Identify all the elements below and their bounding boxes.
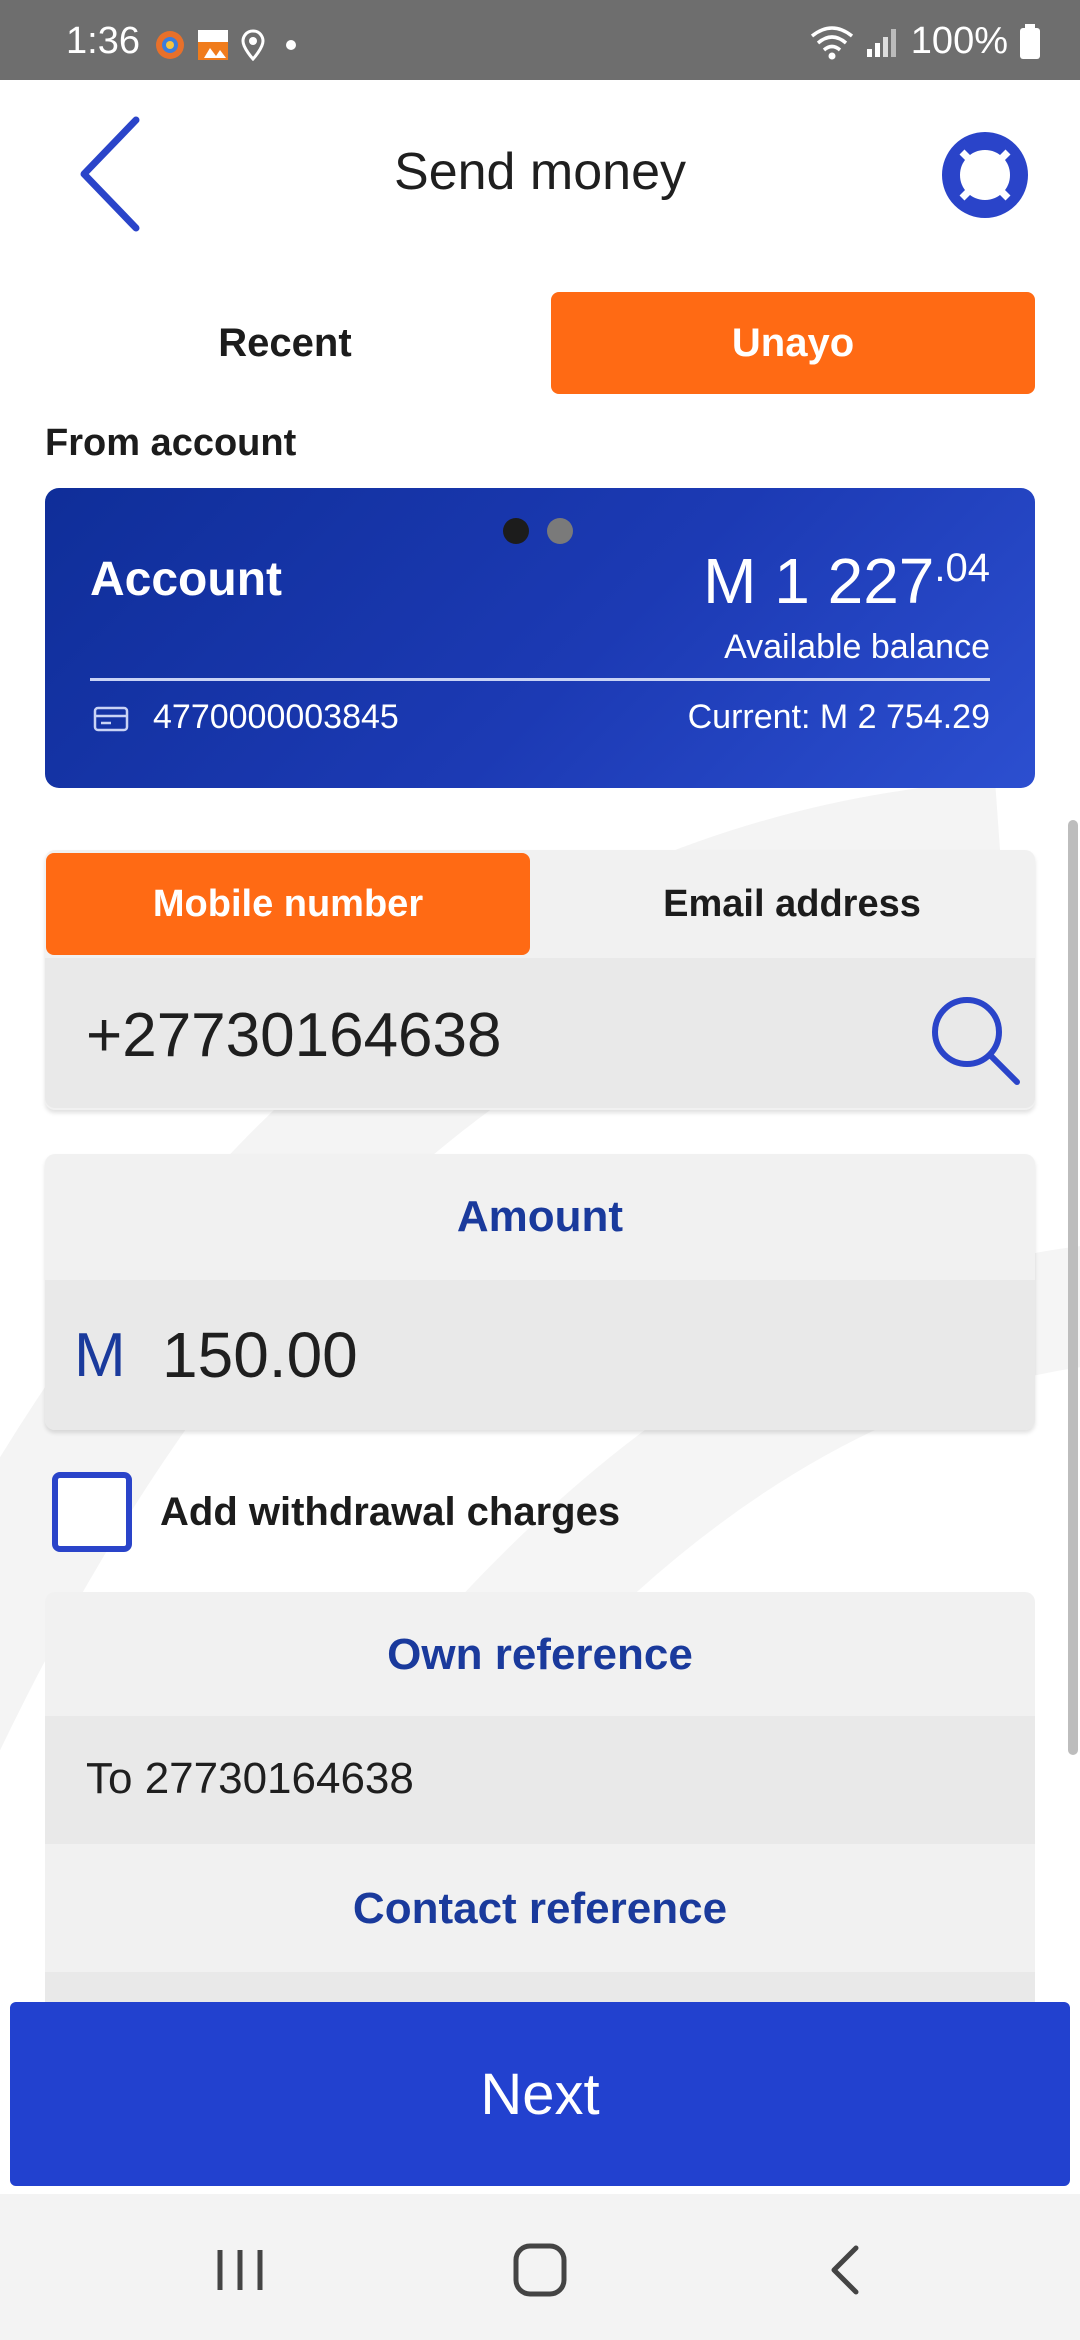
browser-notification-icon	[156, 31, 184, 59]
tab-mobile-number[interactable]: Mobile number	[46, 853, 530, 955]
amount-label: Amount	[456, 1192, 624, 1241]
tab-unayo[interactable]: Unayo	[551, 292, 1035, 394]
amount-input[interactable]: 150.00	[162, 1318, 358, 1392]
nav-back-icon[interactable]	[820, 2240, 870, 2300]
signal-icon	[866, 28, 896, 57]
own-reference-label: Own reference	[387, 1630, 693, 1679]
currency-symbol: M	[74, 1321, 126, 1390]
battery-icon	[1020, 23, 1040, 59]
pagination-dot	[547, 518, 573, 544]
help-lifebuoy-icon[interactable]	[942, 132, 1028, 218]
status-bar: 1:36 100%	[0, 0, 1080, 80]
card-divider	[90, 678, 990, 681]
account-number: 4770000003845	[153, 698, 399, 736]
current-balance: Current: M 2 754.29	[687, 698, 990, 736]
next-button[interactable]: Next	[10, 2002, 1070, 2186]
account-card[interactable]: Account M 1 227.04 Available balance 477…	[45, 488, 1035, 788]
card-icon	[93, 706, 129, 732]
gallery-notification-icon	[198, 30, 228, 60]
own-reference-input[interactable]: To 27730164638	[86, 1754, 414, 1804]
page-title: Send money	[394, 143, 686, 201]
from-account-label: From account	[45, 422, 297, 464]
home-icon[interactable]	[510, 2240, 570, 2300]
account-name: Account	[90, 553, 282, 606]
withdrawal-charges-checkbox[interactable]	[52, 1472, 132, 1552]
recent-apps-icon[interactable]	[210, 2242, 270, 2298]
status-time: 1:36	[66, 20, 140, 62]
mobile-number-input[interactable]: +27730164638	[86, 1000, 502, 1071]
battery-percent: 100%	[910, 20, 1008, 62]
balance-cents: .04	[934, 546, 990, 590]
contact-reference-label: Contact reference	[352, 1884, 728, 1933]
tab-recent[interactable]: Recent	[45, 292, 525, 394]
dot-icon	[286, 40, 296, 50]
pagination-dot-active	[503, 518, 529, 544]
balance-label: Available balance	[724, 628, 990, 666]
available-balance: M 1 227.04	[703, 544, 990, 618]
withdrawal-charges-label[interactable]: Add withdrawal charges	[160, 1490, 620, 1535]
location-icon	[241, 29, 265, 61]
tab-email-address[interactable]: Email address	[550, 853, 1034, 955]
notification-icons	[154, 28, 306, 62]
search-icon[interactable]	[925, 990, 1025, 1090]
status-right: 100%	[809, 20, 1042, 63]
card-pagination	[503, 518, 573, 544]
scrollbar[interactable]	[1068, 820, 1078, 1755]
balance-main: M 1 227	[703, 545, 935, 617]
wifi-icon	[810, 25, 853, 59]
